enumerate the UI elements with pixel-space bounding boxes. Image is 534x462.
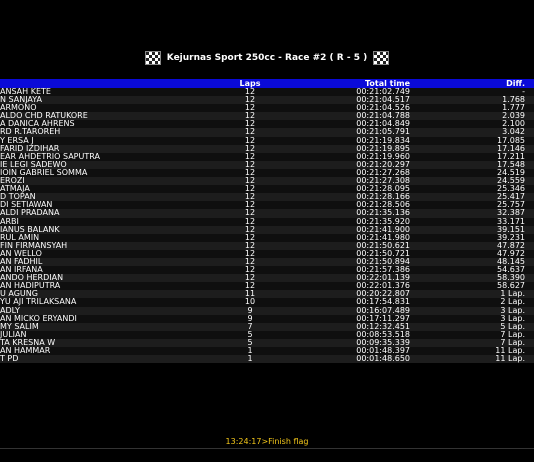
table-row: FIN FIRMANSYAH 12 00:21:50.621 47.872 (0, 241, 534, 250)
table-row: RUL AMIN 12 00:21:41.980 39.231 (0, 233, 534, 242)
table-row: IE LEGI SADEWO 12 00:21:20.297 17.548 (0, 160, 534, 169)
table-row: ATMAJA 12 00:21:28.095 25.346 (0, 185, 534, 194)
divider (0, 448, 534, 449)
results-table-header: Laps Total time Diff. (0, 79, 534, 88)
race-title: Kejurnas Sport 250cc - Race #2 ( R - 5 ) (166, 53, 368, 63)
rider-name: AN IRFANA (0, 266, 43, 275)
rider-name: RD R.TAROREH (0, 128, 61, 137)
table-row: A DANICA AHRENS 12 00:21:04.849 2.100 (0, 120, 534, 129)
table-row: ARBI 12 00:21:35.920 33.171 (0, 217, 534, 226)
checkered-flag-icon (144, 51, 161, 65)
rider-name: Y ERSA J (0, 136, 34, 145)
table-row: ADLY 9 00:16:07.489 3 Lap. (0, 306, 534, 315)
column-header-diff: Diff. (506, 79, 525, 88)
rider-name: T PD (0, 355, 19, 364)
rider-name: AN WELLO (0, 249, 42, 258)
table-row: D TOPAN 12 00:21:28.166 25.417 (0, 193, 534, 202)
rider-name: EROZI (0, 177, 25, 186)
table-row: ALDO CHD RATUKORE 12 00:21:04.788 2.039 (0, 112, 534, 121)
rider-name: D TOPAN (0, 193, 36, 202)
rider-name: A DANICA AHRENS (0, 120, 75, 129)
rider-name: ALDO CHD RATUKORE (0, 112, 88, 121)
rider-name: U AGUNG (0, 290, 38, 299)
table-row: ANDO HERDIAN 12 00:22:01.139 58.390 (0, 274, 534, 283)
rider-name: ANSAH KETE (0, 88, 51, 96)
table-row: AN HADIPUTRA 12 00:22:01.376 58.627 (0, 282, 534, 291)
rider-name: ATMAJA (0, 185, 30, 194)
table-row: JULIAN 5 00:08:53.518 7 Lap. (0, 330, 534, 339)
rider-name: FARID IZDIHAR (0, 144, 60, 153)
table-row: Y ERSA J 12 00:21:19.834 17.085 (0, 136, 534, 145)
rider-name: IOIN GABRIEL SOMMA (0, 168, 88, 177)
rider-name: AN FADHIL (0, 257, 43, 266)
table-row: MY SALIM 7 00:12:32.451 5 Lap. (0, 322, 534, 331)
table-row: AN FADHIL 12 00:21:50.894 48.145 (0, 257, 534, 267)
rider-name: MY SALIM (0, 322, 39, 331)
rider-name: TA KRESNA W (0, 338, 56, 347)
table-row: IOIN GABRIEL SOMMA 12 00:21:27.268 24.519 (0, 168, 534, 178)
checkered-flag-icon (373, 51, 390, 65)
table-row: EAR AHDETRIO SAPUTRA 12 00:21:19.960 17.211 (0, 152, 534, 161)
diff-cell: 11 Lap. (495, 354, 525, 364)
rider-name: FIN FIRMANSYAH (0, 241, 68, 250)
table-row: AN HAMMAR 1 00:01:48.397 11 Lap. (0, 346, 534, 356)
rider-name: RUL AMIN (0, 233, 40, 242)
rider-name: ARMONO (0, 104, 37, 113)
results-table-body: ANSAH KETE 12 00:21:02.749- N SANJAYA 12 00:2… (0, 87, 534, 364)
table-row: N SANJAYA 12 00:21:04.517 1.768 (0, 95, 534, 105)
rider-name: ARBI (0, 217, 19, 226)
table-row: U AGUNG 11 00:20:22.807 1 Lap. (0, 290, 534, 299)
finish-flag-status: 13:24:17>Finish flag (225, 437, 309, 446)
table-row: AN IRFANA 12 00:21:57.386 54.637 (0, 265, 534, 275)
table-row: T PD 1 00:01:48.650 11 Lap. (0, 354, 534, 364)
rider-name: DI SETIAWAN (0, 201, 53, 210)
total-time-cell: 00:01:48.650 (356, 354, 410, 364)
table-row: AN MICKO ERYANDI 9 00:17:11.297 3 Lap. (0, 314, 534, 323)
table-row: TA KRESNA W 5 00:09:35.339 7 Lap. (0, 338, 534, 347)
table-row: RD R.TAROREH 12 00:21:05.791 3.042 (0, 128, 534, 137)
rider-name: ALDI PRADANA (0, 209, 60, 218)
rider-name: EAR AHDETRIO SAPUTRA (0, 152, 100, 161)
table-row: DI SETIAWAN 12 00:21:28.506 25.757 (0, 201, 534, 210)
rider-name: N SANJAYA (0, 96, 43, 105)
rider-name: JULIAN (0, 330, 27, 339)
table-row: ANSAH KETE 12 00:21:02.749- (0, 87, 534, 97)
table-row: ALDI PRADANA 12 00:21:35.136 32.387 (0, 209, 534, 218)
race-title-bar: Kejurnas Sport 250cc - Race #2 ( R - 5 ) (0, 50, 534, 66)
rider-name: IANUS BALANK (0, 225, 60, 234)
rider-name: YU AJI TRILAKSANA (0, 298, 77, 307)
table-row: AN WELLO 12 00:21:50.721 47.972 (0, 249, 534, 258)
rider-name: AN HAMMAR (0, 347, 51, 355)
table-row: YU AJI TRILAKSANA 10 00:17:54.831 2 Lap. (0, 298, 534, 307)
table-row: ARMONO 12 00:21:04.526 1.777 (0, 104, 534, 113)
rider-name: ADLY (0, 306, 20, 315)
rider-name: ANDO HERDIAN (0, 274, 64, 283)
table-row: EROZI 12 00:21:27.308 24.559 (0, 176, 534, 186)
rider-name: AN MICKO ERYANDI (0, 314, 77, 323)
laps-cell: 1 (247, 354, 253, 364)
table-row: FARID IZDIHAR 12 00:21:19.895 17.146 (0, 144, 534, 153)
rider-name: IE LEGI SADEWO (0, 160, 67, 169)
rider-name: AN HADIPUTRA (0, 282, 61, 291)
table-row: IANUS BALANK 12 00:21:41.900 39.151 (0, 225, 534, 234)
